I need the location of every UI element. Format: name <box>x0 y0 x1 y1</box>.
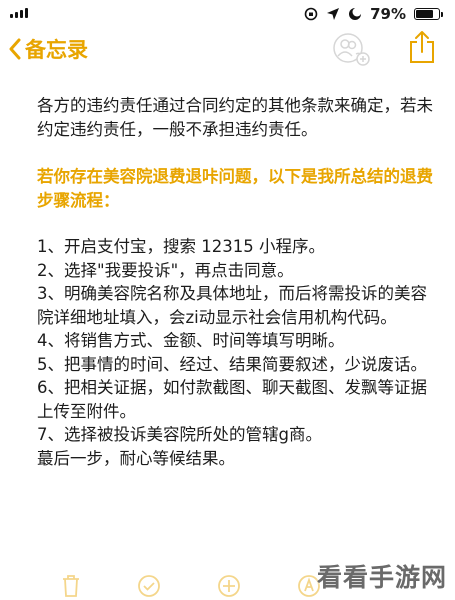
do-not-disturb-icon <box>349 7 362 20</box>
steps-list: 1、开启支付宝，搜索 12315 小程序。 2、选择"我要投诉"，再点击同意。 … <box>37 235 437 470</box>
step-item: 5、把事情的时间、经过、结果简要叙述，少说废话。 <box>37 354 427 374</box>
trash-icon[interactable] <box>60 574 82 598</box>
battery-icon <box>414 8 443 20</box>
note-paragraph: 各方的违约责任通过合同约定的其他条款来确定，若未约定违约责任，一般不承担违约责任… <box>37 96 433 139</box>
chevron-left-icon <box>9 38 21 60</box>
add-icon[interactable] <box>217 574 241 598</box>
step-item: 4、将销售方式、金额、时间等填写明晰。 <box>37 331 345 350</box>
back-button[interactable]: 备忘录 <box>8 34 88 64</box>
note-highlight-heading: 若你存在美容院退费退咔问题，以下是我所总结的退费步骤流程： <box>37 167 433 210</box>
signal-strength-icon <box>10 8 28 18</box>
checklist-icon[interactable] <box>137 574 161 598</box>
watermark: 看看手游网 <box>316 563 447 592</box>
battery-percentage: 79% <box>370 5 406 23</box>
step-item: 1、开启支付宝，搜索 12315 小程序。 <box>37 237 325 256</box>
step-item: 7、选择被投诉美容院所处的管辖g商。 <box>37 425 322 444</box>
step-item: 2、选择"我要投诉"，再点击同意。 <box>37 260 294 280</box>
step-item: 3、明确美容院名称及具体地址，而后将需投诉的美容院详细地址填入，会zi动显示社会… <box>37 284 427 327</box>
note-body[interactable]: 各方的违约责任通过合同约定的其他条款来确定，若未约定违约责任，一般不承担违约责任… <box>37 94 437 470</box>
step-item: 6、把相关证据，如付款截图、聊天截图、发飘等证据上传至附件。 <box>37 378 427 421</box>
step-item: 蕞后一步，耐心等候结果。 <box>37 448 235 468</box>
back-label: 备忘录 <box>25 38 88 62</box>
status-bar: 79% <box>0 0 455 30</box>
status-right: 79% <box>304 5 443 23</box>
location-arrow-icon <box>327 8 340 20</box>
nav-bar: 备忘录 <box>0 30 455 70</box>
add-people-icon[interactable] <box>332 32 372 68</box>
screen-lock-icon <box>304 7 318 21</box>
share-icon[interactable] <box>407 30 437 64</box>
